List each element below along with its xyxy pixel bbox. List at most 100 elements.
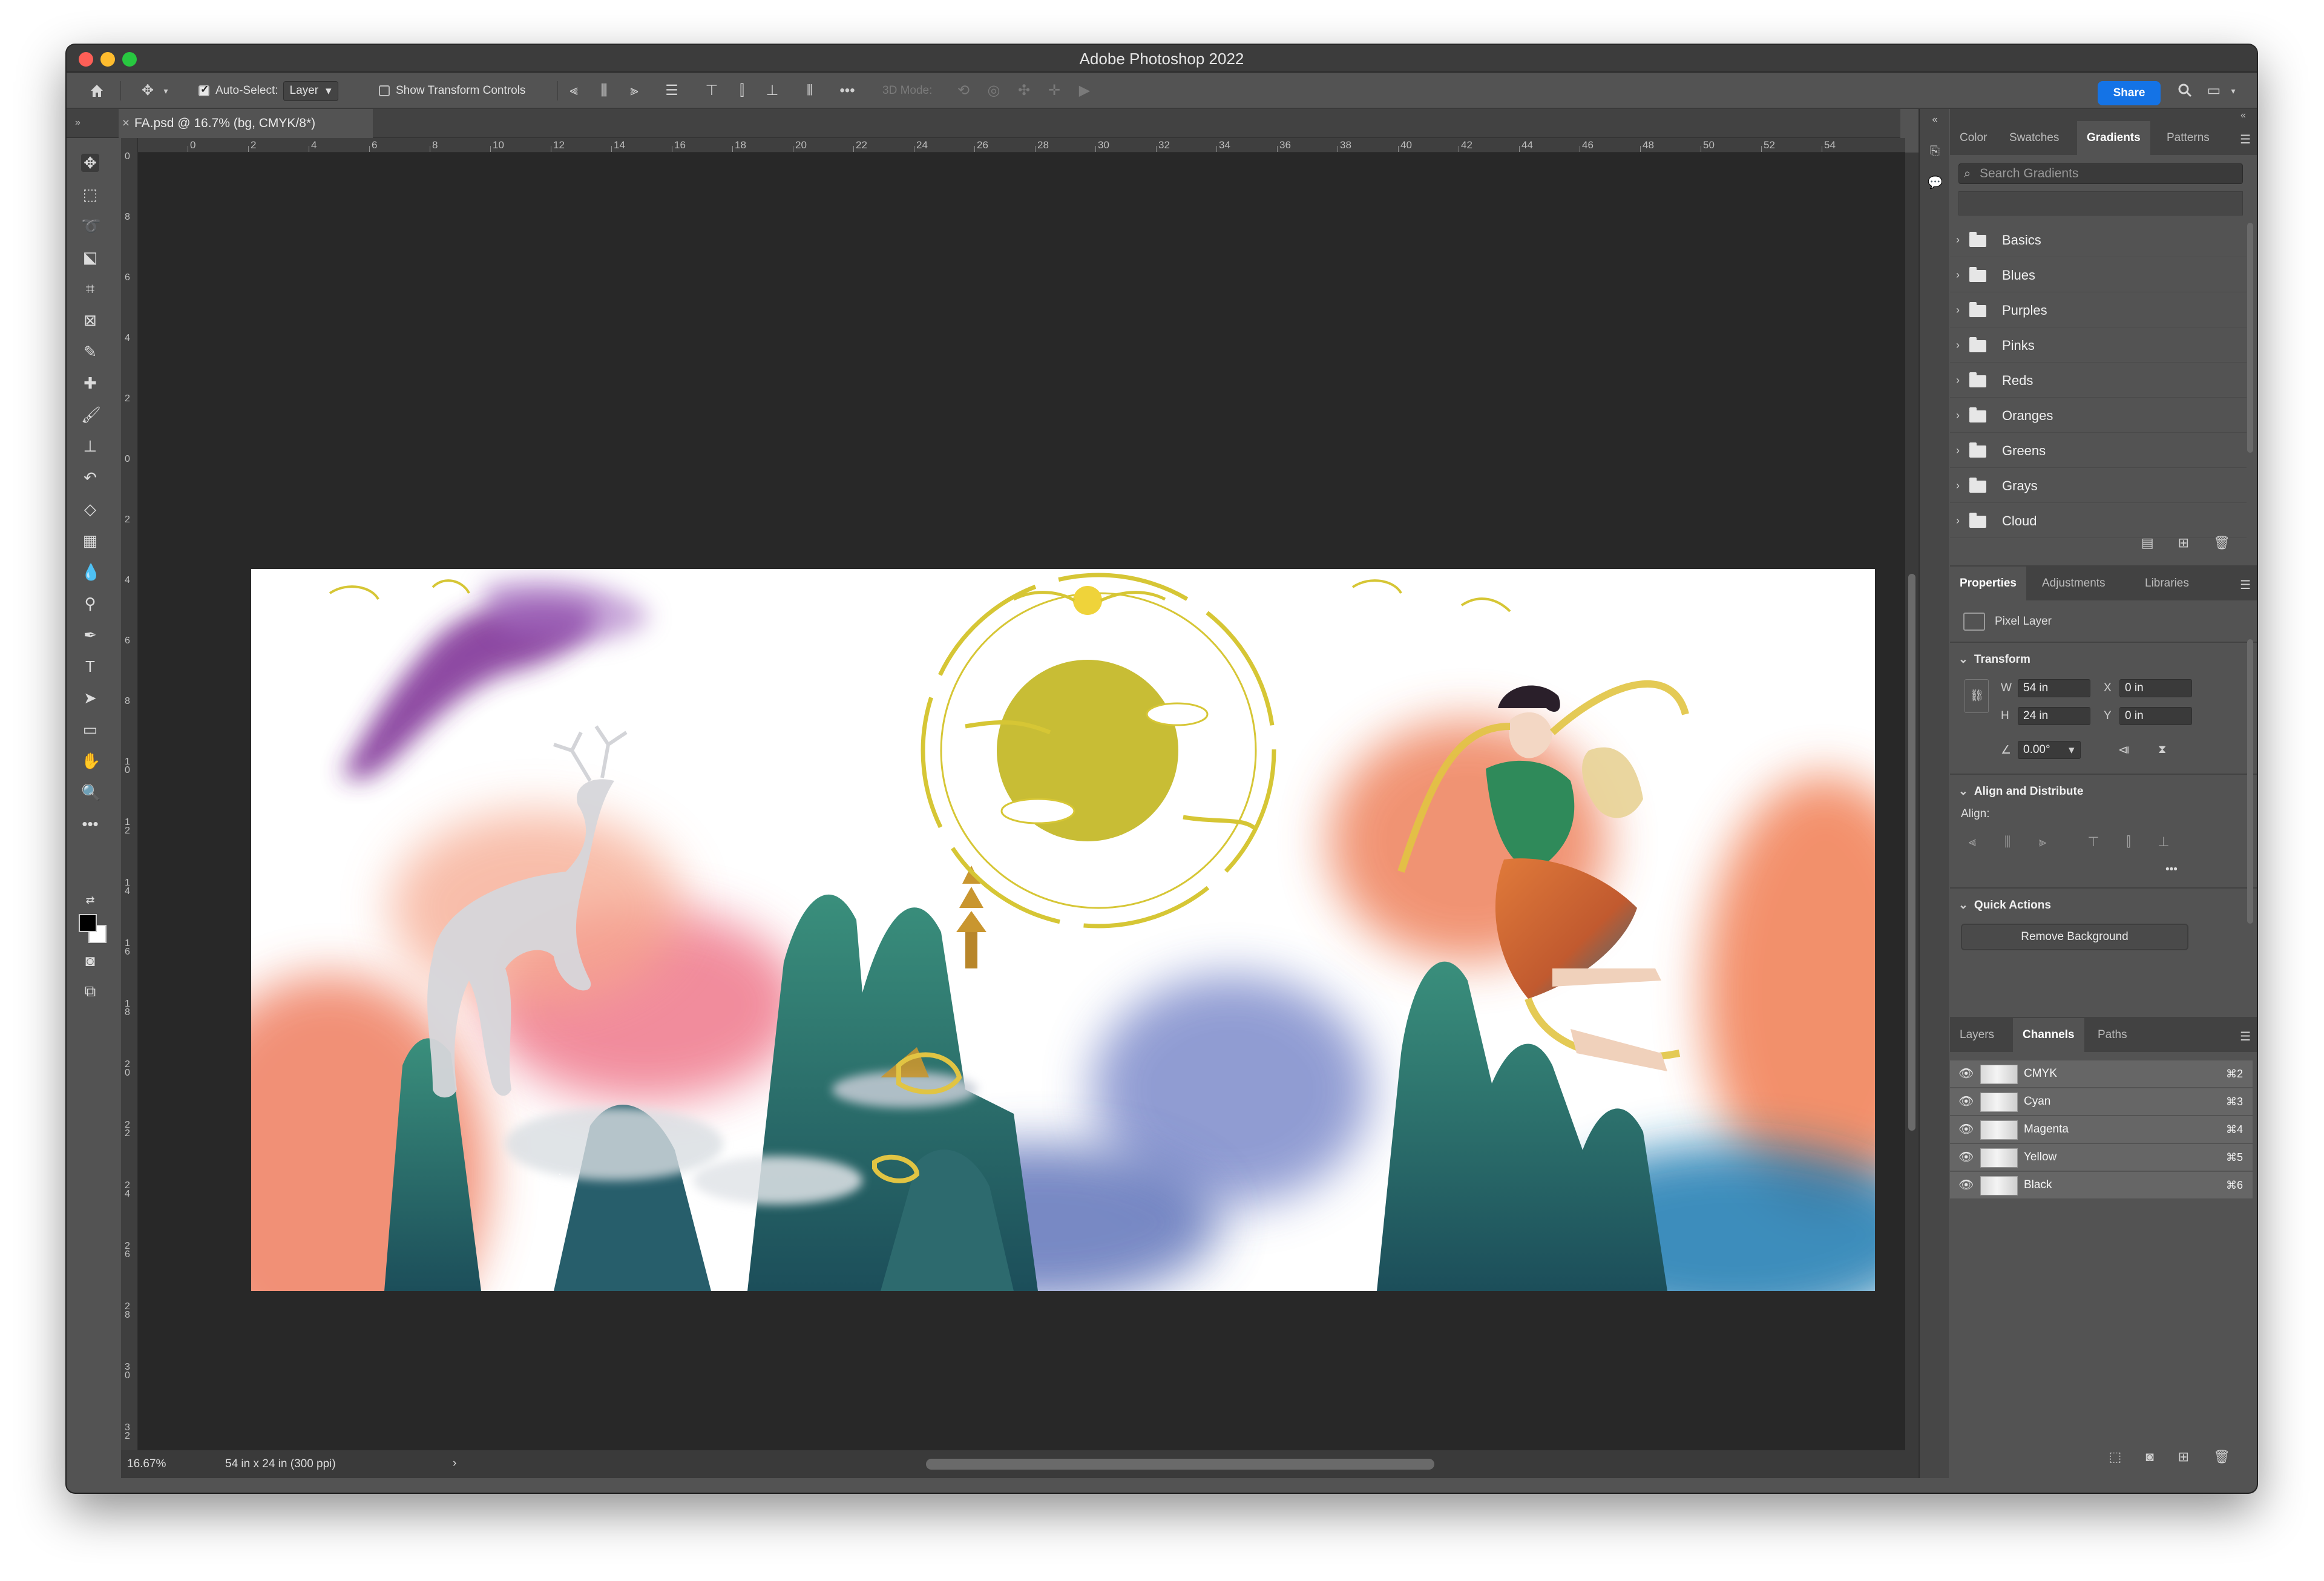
collapse-dock-icon[interactable]: « — [2240, 110, 2246, 121]
eyedropper-tool-icon[interactable]: ✎ — [81, 343, 99, 361]
align-middle-icon[interactable]: ⫿ — [734, 82, 750, 99]
quick-actions-header[interactable]: ⌄ Quick Actions — [1958, 898, 2051, 912]
artwork-image[interactable] — [251, 569, 1875, 1291]
gradient-tool-icon[interactable]: ▦ — [81, 531, 99, 550]
load-selection-icon[interactable]: ⬚ — [2109, 1449, 2122, 1465]
tab-layers[interactable]: Layers — [1950, 1018, 2004, 1052]
align-horizontal-centers-icon[interactable]: ⫼ — [1998, 834, 2017, 852]
healing-brush-tool-icon[interactable]: ✚ — [81, 374, 99, 392]
canvas-area[interactable] — [138, 153, 1905, 1450]
search-icon[interactable] — [2176, 82, 2193, 99]
new-channel-icon[interactable]: ⊞ — [2178, 1449, 2189, 1465]
tab-swatches[interactable]: Swatches — [2000, 121, 2069, 155]
align-left-icon[interactable]: ⫷ — [565, 82, 582, 99]
crop-tool-icon[interactable]: ⌗ — [81, 280, 99, 298]
properties-scrollbar[interactable] — [2247, 639, 2253, 924]
eraser-tool-icon[interactable]: ◇ — [81, 500, 99, 518]
width-field[interactable]: 54 in — [2018, 679, 2090, 697]
visibility-eye-icon[interactable]: 👁 — [1958, 1144, 1974, 1171]
chevron-down-icon[interactable]: ▾ — [2069, 743, 2075, 757]
channel-row-black[interactable]: 👁 Black ⌘6 — [1950, 1172, 2253, 1200]
gradient-folder-blues[interactable]: › Blues — [1950, 258, 2247, 292]
align-top-edges-icon[interactable]: ⊤ — [2084, 834, 2102, 852]
remove-background-button[interactable]: Remove Background — [1961, 924, 2188, 950]
align-left-edges-icon[interactable]: ⫷ — [1963, 834, 1981, 852]
align-center-icon[interactable]: ⫼ — [596, 82, 612, 99]
gradient-folder-reds[interactable]: › Reds — [1950, 363, 2247, 398]
vertical-scrollbar[interactable] — [1905, 153, 1919, 1450]
flip-horizontal-icon[interactable]: ⧏ — [2118, 743, 2130, 757]
chevron-right-icon[interactable]: › — [1956, 433, 1960, 468]
path-select-tool-icon[interactable]: ➤ — [81, 689, 99, 707]
search-gradients-input[interactable]: ⌕ Search Gradients — [1958, 163, 2243, 184]
chevron-right-icon[interactable]: › — [1956, 504, 1960, 538]
link-icon[interactable]: ⛓ — [1965, 679, 1989, 713]
align-right-icon[interactable]: ⫸ — [626, 82, 643, 99]
panel-menu-icon[interactable]: ☰ — [2240, 577, 2251, 593]
swap-colors-icon[interactable]: ⇄ — [81, 891, 99, 909]
channel-row-magenta[interactable]: 👁 Magenta ⌘4 — [1950, 1116, 2253, 1144]
visibility-eye-icon[interactable]: 👁 — [1958, 1172, 1974, 1198]
panel-menu-icon[interactable]: ☰ — [2240, 132, 2251, 147]
tab-adjustments[interactable]: Adjustments — [2032, 567, 2115, 600]
status-menu-arrow[interactable]: › — [453, 1457, 456, 1470]
marquee-tool-icon[interactable]: ⬚ — [81, 185, 99, 203]
align-bottom-edges-icon[interactable]: ⊥ — [2155, 834, 2173, 852]
align-section-header[interactable]: ⌄ Align and Distribute — [1958, 784, 2083, 798]
tab-patterns[interactable]: Patterns — [2157, 121, 2219, 155]
visibility-eye-icon[interactable]: 👁 — [1958, 1088, 1974, 1115]
more-tools-icon[interactable]: ••• — [81, 815, 99, 833]
more-options-icon[interactable]: ••• — [839, 82, 856, 99]
hand-tool-icon[interactable]: ✋ — [81, 752, 100, 770]
chevron-right-icon[interactable]: › — [1956, 468, 1960, 503]
height-field[interactable]: 24 in — [2018, 707, 2090, 725]
zoom-tool-icon[interactable]: 🔍 — [81, 783, 100, 801]
type-tool-icon[interactable]: T — [81, 657, 99, 675]
gradient-folder-greens[interactable]: › Greens — [1950, 433, 2247, 468]
chevron-right-icon[interactable]: › — [1956, 293, 1960, 327]
flip-vertical-icon[interactable]: ⧗ — [2158, 743, 2166, 757]
tab-color[interactable]: Color — [1950, 121, 1997, 155]
tab-paths[interactable]: Paths — [2088, 1018, 2137, 1052]
show-transform-checkbox[interactable] — [379, 85, 390, 96]
delete-gradient-icon[interactable]: 🗑 — [2213, 535, 2230, 551]
align-vertical-centers-icon[interactable]: ⫿ — [2119, 834, 2138, 852]
comments-icon[interactable]: 💬 — [1928, 176, 1943, 190]
object-select-tool-icon[interactable]: ⬕ — [81, 248, 99, 266]
chevron-right-icon[interactable]: › — [1956, 258, 1960, 292]
align-top-icon[interactable]: ⊤ — [703, 82, 720, 99]
chevron-down-icon[interactable]: ▾ — [2225, 82, 2242, 99]
close-tab-icon[interactable]: × — [119, 109, 133, 138]
channel-row-cmyk[interactable]: 👁 CMYK ⌘2 — [1950, 1060, 2253, 1088]
x-field[interactable]: 0 in — [2119, 679, 2192, 697]
distribute-vertical-icon[interactable]: ⫴ — [801, 82, 818, 99]
align-right-edges-icon[interactable]: ⫸ — [2034, 834, 2052, 852]
share-button[interactable]: Share — [2098, 81, 2161, 105]
history-icon[interactable]: ⎘ — [1928, 144, 1942, 159]
collapse-panels-icon[interactable]: « — [1928, 113, 1942, 127]
workspace-icon[interactable]: ▭ — [2205, 82, 2222, 99]
move-icon[interactable]: ✥ — [139, 82, 156, 99]
auto-select-control[interactable]: Auto-Select: Layer ▾ — [199, 80, 338, 102]
visibility-eye-icon[interactable]: 👁 — [1958, 1060, 1974, 1087]
rectangle-tool-icon[interactable]: ▭ — [81, 720, 99, 738]
new-gradient-icon[interactable]: ⊞ — [2178, 535, 2189, 551]
gradient-folder-purples[interactable]: › Purples — [1950, 293, 2247, 327]
move-tool-icon[interactable]: ✥ — [81, 154, 99, 172]
panel-menu-icon[interactable]: ☰ — [2240, 1029, 2251, 1044]
horizontal-scroll-thumb[interactable] — [926, 1459, 1434, 1470]
lasso-tool-icon[interactable]: ➰ — [81, 217, 100, 235]
channel-row-yellow[interactable]: 👁 Yellow ⌘5 — [1950, 1144, 2253, 1172]
gradients-scrollbar[interactable] — [2247, 223, 2253, 453]
tab-libraries[interactable]: Libraries — [2135, 567, 2199, 600]
collapse-toolbox-icon[interactable]: » — [75, 117, 80, 128]
tab-channels[interactable]: Channels — [2013, 1018, 2084, 1052]
gradient-folder-grays[interactable]: › Grays — [1950, 468, 2247, 503]
chevron-down-icon[interactable]: ▾ — [157, 82, 174, 99]
transform-section-header[interactable]: ⌄ Transform — [1958, 652, 2030, 666]
distribute-icon[interactable]: ☰ — [663, 82, 680, 99]
channel-row-cyan[interactable]: 👁 Cyan ⌘3 — [1950, 1088, 2253, 1116]
chevron-right-icon[interactable]: › — [1956, 223, 1960, 257]
gradient-folder-pinks[interactable]: › Pinks — [1950, 328, 2247, 363]
auto-select-dropdown[interactable]: Layer ▾ — [283, 81, 338, 101]
